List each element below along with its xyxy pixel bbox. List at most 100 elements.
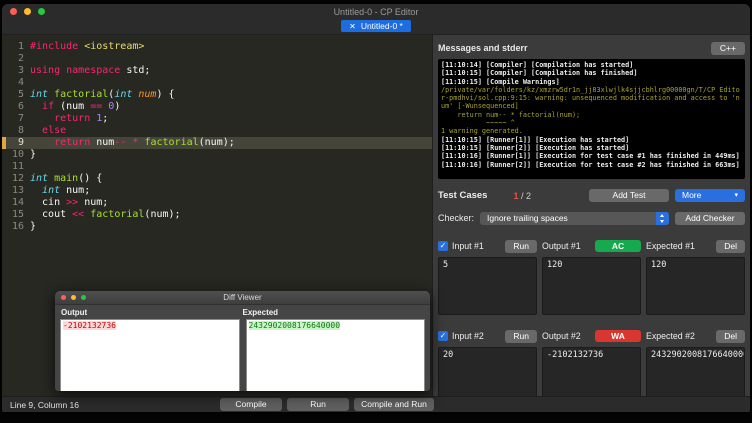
- line-number: 12: [11, 173, 24, 184]
- line-number: 2: [17, 53, 24, 64]
- diff-close-button[interactable]: [61, 295, 66, 300]
- line-number: 15: [11, 209, 24, 220]
- output-1-label: Output #1: [542, 241, 581, 251]
- line-number: 14: [11, 197, 24, 208]
- code-text: else: [42, 125, 67, 136]
- delete-testcase-1-button[interactable]: Del: [716, 239, 745, 253]
- add-test-button[interactable]: Add Test: [589, 189, 669, 202]
- diff-panes: -2102132736 2432902008176640000: [55, 319, 430, 391]
- input-1-area[interactable]: 5: [438, 257, 537, 315]
- testcases-title: Test Cases: [438, 190, 488, 201]
- code-line-13: 13 int num;: [2, 185, 432, 197]
- expected-1-label: Expected #1: [646, 241, 695, 251]
- verdict-failed-count: 1: [513, 190, 519, 201]
- expected-1-area[interactable]: 120: [646, 257, 745, 315]
- code-line-11: 11: [2, 161, 432, 173]
- diff-added-line: 2432902008176640000: [248, 321, 341, 330]
- line-number: 1: [17, 41, 24, 52]
- console-line: 1 warning generated.: [441, 127, 523, 136]
- checker-row: Checker: Ignore trailing spaces Add Chec…: [438, 211, 745, 225]
- diff-minimize-button[interactable]: [71, 295, 76, 300]
- console-line: [11:10:15] [Compile Warnings]: [441, 77, 560, 86]
- code-line-5: 5 int factorial(int num) {: [2, 89, 432, 101]
- desktop: Untitled-0 - CP Editor ✕ Untitled-0 * 1 #…: [0, 0, 752, 423]
- diff-output-pane[interactable]: -2102132736: [60, 319, 240, 391]
- line-number: 13: [11, 185, 24, 196]
- code-text: cout << factorial(num);: [30, 209, 181, 220]
- zoom-button[interactable]: [38, 8, 45, 15]
- console-line: [11:10:16] [Runner[2]] [Execution for te…: [441, 160, 740, 169]
- testcase-2-checkbox[interactable]: ✓: [438, 331, 448, 341]
- code-line-8: 8 else: [2, 125, 432, 137]
- code-line-15: 15 cout << factorial(num);: [2, 209, 432, 221]
- verdict-badge-2[interactable]: WA: [595, 330, 641, 342]
- line-number: 3: [17, 65, 24, 76]
- console-line: [11:10:15] [Compiler] [Compilation has f…: [441, 69, 638, 78]
- tab-label: Untitled-0 *: [360, 21, 403, 31]
- diff-expected-pane[interactable]: 2432902008176640000: [245, 319, 425, 391]
- right-panel: Messages and stderr C++ [11:10:14] [Comp…: [432, 35, 750, 405]
- tab-untitled-0[interactable]: ✕ Untitled-0 *: [341, 20, 411, 32]
- diff-titlebar[interactable]: Diff Viewer: [55, 291, 430, 305]
- code-line-3: 3 using namespace std;: [2, 65, 432, 77]
- code-line-6: 6 if (num == 0): [2, 101, 432, 113]
- close-button[interactable]: [10, 8, 17, 15]
- testcase-2: ✓ Input #2 Run Output #2 WA Expected #2: [438, 329, 745, 405]
- titlebar[interactable]: Untitled-0 - CP Editor: [2, 4, 750, 18]
- compile-and-run-button[interactable]: Compile and Run: [354, 398, 434, 411]
- testcase-1-checkbox[interactable]: ✓: [438, 241, 448, 251]
- verdict-total-count: / 2: [521, 190, 532, 201]
- tab-close-icon[interactable]: ✕: [349, 22, 356, 31]
- diff-removed-line: -2102132736: [63, 321, 116, 330]
- cursor-position: Line 9, Column 16: [10, 400, 79, 410]
- code-text: return num-- * factorial(num);: [54, 137, 235, 148]
- status-bar: Line 9, Column 16 Compile Run Compile an…: [2, 396, 750, 412]
- language-button[interactable]: C++: [710, 41, 745, 55]
- diff-zoom-button[interactable]: [81, 295, 86, 300]
- code-line-4: 4: [2, 77, 432, 89]
- diff-output-label: Output: [61, 308, 88, 317]
- verdict-summary: 1 / 2: [513, 191, 531, 201]
- messages-title: Messages and stderr: [438, 43, 528, 53]
- minimize-button[interactable]: [24, 8, 31, 15]
- delete-testcase-2-button[interactable]: Del: [716, 329, 745, 343]
- line-number: 4: [17, 77, 24, 88]
- diff-window-title: Diff Viewer: [223, 293, 262, 302]
- checker-label: Checker:: [438, 213, 475, 223]
- code-text: return 1;: [54, 113, 109, 124]
- run-testcase-2-button[interactable]: Run: [505, 329, 537, 343]
- code-text: using namespace std;: [30, 65, 151, 76]
- testcases-header: Test Cases 1 / 2 Add Test More ▾: [438, 188, 745, 203]
- more-label: More: [682, 190, 702, 200]
- compile-button[interactable]: Compile: [220, 398, 282, 411]
- testcase-1: ✓ Input #1 Run Output #1 AC Expected #1: [438, 239, 745, 315]
- compiler-output-console[interactable]: [11:10:14] [Compiler] [Compilation has s…: [438, 59, 745, 179]
- more-button[interactable]: More ▾: [675, 189, 745, 202]
- diff-viewer-window[interactable]: Diff Viewer Output Expected -2102132736 …: [55, 291, 430, 391]
- diff-expected-label: Expected: [242, 308, 279, 317]
- code-line-7: 7 return 1;: [2, 113, 432, 125]
- console-line: [11:10:15] [Runner[1]] [Execution has st…: [441, 135, 630, 144]
- editor-lines: 1 #include <iostream> 2 3 using namespace st…: [2, 41, 432, 233]
- code-line-16: 16}: [2, 221, 432, 233]
- chevron-down-icon: ▾: [734, 192, 738, 199]
- line-number: 5: [17, 89, 24, 100]
- line-number: 9: [2, 137, 30, 149]
- cp-editor-window: Untitled-0 - CP Editor ✕ Untitled-0 * 1 #…: [2, 4, 750, 412]
- dropdown-stepper-icon[interactable]: [656, 211, 669, 225]
- checker-dropdown[interactable]: Ignore trailing spaces: [480, 211, 669, 225]
- console-line: return num-- * factorial(num);: [441, 110, 581, 119]
- code-text: int main() {: [30, 173, 103, 184]
- console-line: ~~~~~ ^: [441, 119, 515, 128]
- console-line: [11:10:15] [Runner[2]] [Execution has st…: [441, 143, 630, 152]
- line-number: 10: [11, 149, 24, 160]
- run-testcase-1-button[interactable]: Run: [505, 239, 537, 253]
- code-text: }: [30, 149, 37, 160]
- output-1-area[interactable]: 120: [542, 257, 641, 315]
- add-checker-button[interactable]: Add Checker: [675, 211, 745, 225]
- code-text: #include <iostream>: [30, 41, 145, 52]
- line-number: 16: [11, 221, 24, 232]
- run-button[interactable]: Run: [287, 398, 349, 411]
- verdict-badge-1[interactable]: AC: [595, 240, 641, 252]
- output-2-label: Output #2: [542, 331, 581, 341]
